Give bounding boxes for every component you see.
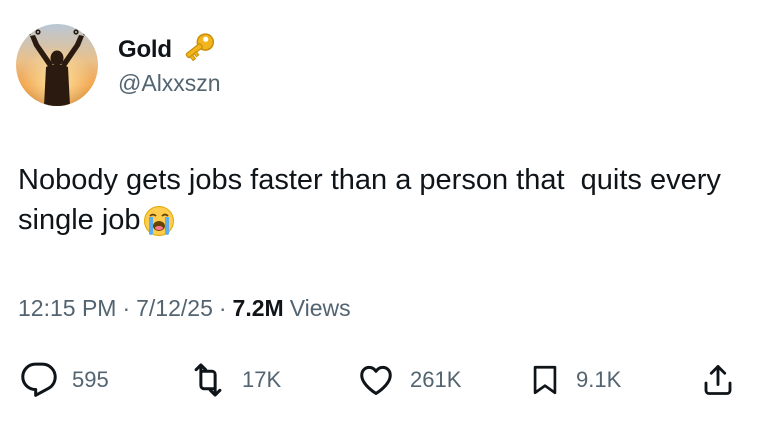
tweet-date[interactable]: 7/12/25 — [136, 295, 213, 322]
repost-button[interactable]: 17K — [188, 360, 281, 400]
tweet-time[interactable]: 12:15 PM — [18, 295, 116, 322]
share-button[interactable] — [700, 360, 736, 400]
views-label: Views — [289, 295, 351, 321]
like-count: 261K — [410, 367, 462, 392]
tweet-body: Nobody gets jobs faster than a person th… — [18, 164, 729, 236]
bookmark-count: 9.1K — [576, 367, 622, 392]
bookmark-button[interactable]: 9.1K — [528, 360, 621, 400]
display-name[interactable]: Gold — [118, 36, 172, 64]
meta-separator: · — [122, 295, 131, 321]
heart-icon — [356, 361, 396, 399]
reply-count: 595 — [72, 367, 109, 392]
tweet-meta: 12:15 PM · 7/12/25 · 7.2M Views — [18, 295, 351, 322]
avatar[interactable] — [16, 24, 98, 106]
person-silhouette-sunset-icon — [16, 24, 98, 106]
bookmark-icon — [528, 361, 562, 399]
user-handle[interactable]: @Alxxszn — [118, 70, 221, 97]
tweet-text: Nobody gets jobs faster than a person th… — [18, 160, 748, 248]
views-count[interactable]: 7.2M — [233, 295, 284, 322]
repost-count: 17K — [242, 367, 282, 392]
repost-icon — [188, 361, 228, 399]
action-bar: 595 17K 261K 9.1K — [0, 360, 760, 400]
author-name-row: Gold — [118, 30, 218, 69]
reply-icon — [20, 361, 58, 399]
meta-separator: · — [218, 295, 227, 321]
share-icon — [700, 361, 736, 399]
loudly-crying-face-icon — [143, 205, 175, 248]
key-icon — [180, 30, 218, 69]
like-button[interactable]: 261K — [356, 360, 461, 400]
reply-button[interactable]: 595 — [20, 360, 109, 400]
